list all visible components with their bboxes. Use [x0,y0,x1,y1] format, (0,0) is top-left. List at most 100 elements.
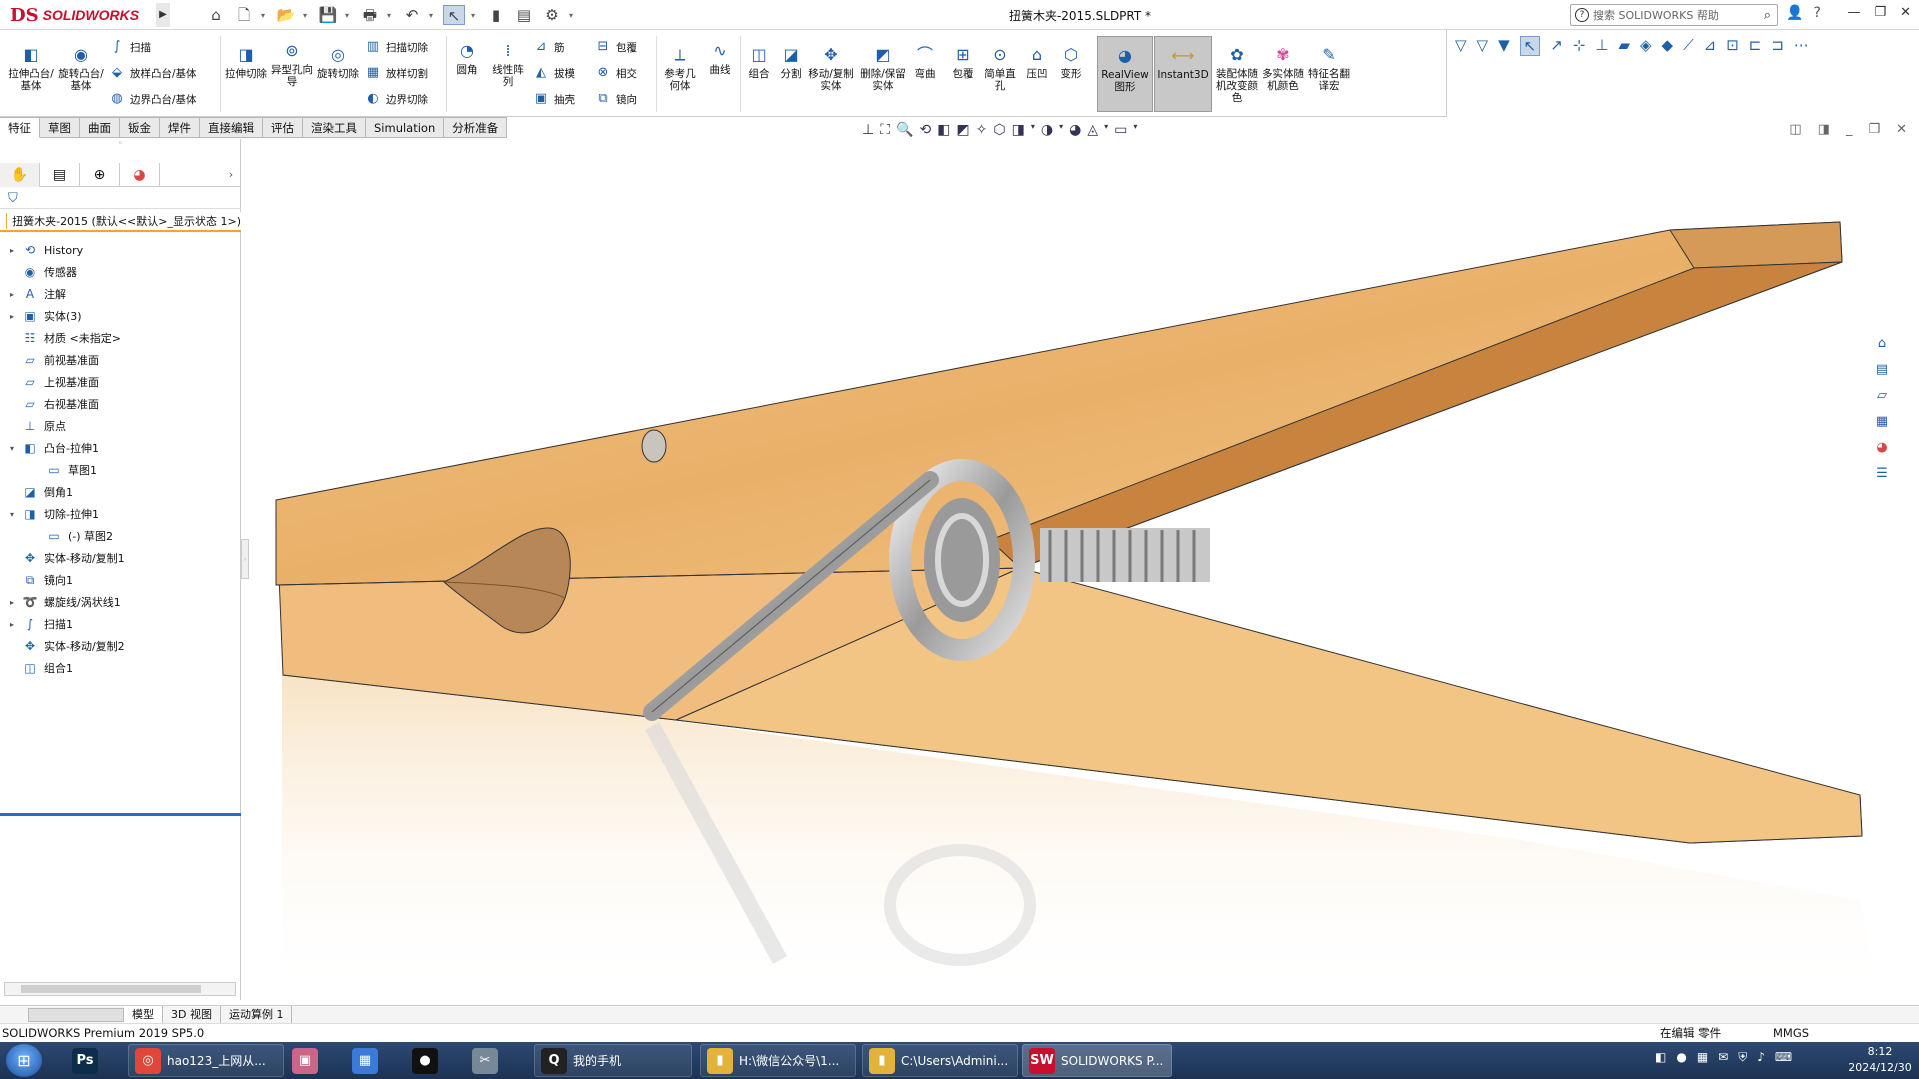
expand-arrow-icon[interactable]: ▸ [6,290,18,299]
filter-icon[interactable]: ▽ [1455,36,1467,56]
expand-arrow-icon[interactable]: ▸ [6,312,18,321]
tree-horizontal-scrollbar[interactable] [4,982,236,996]
dropdown-icon[interactable]: ▾ [429,11,437,20]
assembly-color-button[interactable]: ✿ 装配体随机改变颜色 [1216,44,1258,105]
user-icon[interactable]: 👤 [1786,5,1803,21]
help-search-box[interactable]: ? 搜索 SOLIDWORKS 帮助 ⌕ [1570,4,1778,26]
apply-scene-icon[interactable]: ◬ [1087,122,1098,138]
dropdown-icon[interactable]: ▾ [1059,122,1063,138]
swept-cut-button[interactable]: ▥ 扫描切除 [364,38,428,56]
tab-weldments[interactable]: 焊件 [160,117,200,138]
tree-item[interactable]: ▱ 上视基准面 [0,371,241,393]
view-palette-icon[interactable]: ▦ [1872,412,1892,432]
dropdown-icon[interactable]: ▾ [345,11,353,20]
deform-button[interactable]: ⬡ 变形 [1056,44,1086,81]
tree-item[interactable]: ▾ ◨ 切除-拉伸1 [0,503,241,525]
viewport-close-icon[interactable]: ✕ [1896,122,1907,137]
tree-item[interactable]: ◫ 组合1 [0,657,241,679]
tab-simulation[interactable]: Simulation [366,117,445,138]
panel-collapse-handle[interactable]: ◦ [0,139,241,157]
filter-face-icon[interactable]: ▰ [1618,36,1630,56]
tab-model[interactable]: 模型 [124,1005,163,1024]
home-icon[interactable]: ⌂ [205,5,227,25]
combine-button[interactable]: ◫ 组合 [744,44,774,81]
taskbar-item[interactable]: ▮ H:\微信公众号\1... [700,1044,856,1077]
view-settings-icon[interactable]: ▭ [1114,122,1127,138]
help-icon[interactable]: ? [1813,5,1820,21]
taskbar-item[interactable]: ▦ [352,1044,392,1077]
rebuild-icon[interactable]: ▮ [485,5,507,25]
dropdown-icon[interactable]: ▾ [1104,122,1108,138]
start-button[interactable]: ⊞ [6,1044,42,1077]
shell-button[interactable]: ▣ 抽壳 [532,90,575,108]
filter-surface-icon[interactable]: ◈ [1640,36,1652,56]
system-clock[interactable]: 8:12 2024/12/30 [1848,1044,1912,1076]
view-cube-icon[interactable]: ⬡ [993,122,1005,138]
filter-disabled-icon[interactable]: ↗ [1550,36,1563,56]
filter-toggle-icon[interactable]: ▼ [1498,36,1510,56]
save-icon[interactable]: 💾 [317,5,339,25]
select-icon[interactable]: ↖ [443,5,465,25]
tree-item[interactable]: ▸ ➰ 螺旋线/涡状线1 [0,591,241,613]
boundary-cut-button[interactable]: ◐ 边界切除 [364,90,428,108]
simple-hole-button[interactable]: ⊙ 简单直孔 [982,44,1018,93]
solidworks-logo[interactable]: DS SOLIDWORKS [10,4,155,26]
taskbar-item[interactable]: SW SOLIDWORKS P... [1022,1044,1172,1077]
tab-motion-study[interactable]: 运动算例 1 [221,1005,293,1024]
move-copy-button[interactable]: ✥ 移动/复制实体 [808,44,854,93]
tree-root-part[interactable]: 扭簧木夹-2015 (默认<<默认>_显示状态 1>) [0,212,241,232]
tree-item[interactable]: ✥ 实体-移动/复制2 [0,635,241,657]
realview-button[interactable]: ◕ RealView图形 [1097,36,1153,112]
view-icon[interactable]: ✧ [976,122,988,138]
tree-item[interactable]: ✥ 实体-移动/复制1 [0,547,241,569]
design-library-icon[interactable]: ▤ [1872,360,1892,380]
graphics-area[interactable]: Y X Z ⌂ ▤ ▱ ▦ ◕ ☰ [244,139,1894,1000]
taskbar-item[interactable]: Ps [72,1044,108,1077]
close-icon[interactable]: ✕ [1900,5,1911,20]
model-viewport[interactable] [244,139,1894,1000]
revolve-cut-button[interactable]: ◎ 旋转切除 [316,44,360,81]
dropdown-icon[interactable]: ▾ [1031,122,1035,138]
tree-item[interactable]: ☷ 材质 <未指定> [0,327,241,349]
expand-arrow-icon[interactable]: ▸ [6,598,18,607]
dropdown-icon[interactable]: ▾ [569,11,577,20]
select-pointer-icon[interactable]: ↖ [1519,36,1541,56]
tree-item[interactable]: ▱ 前视基准面 [0,349,241,371]
dropdown-icon[interactable]: ▾ [1133,122,1137,138]
tray-shield-icon[interactable]: ⛨ [1738,1050,1747,1065]
zoom-to-fit-icon[interactable]: ⛶ [880,122,890,138]
lofted-cut-button[interactable]: ▦ 放样切割 [364,64,428,82]
revolve-boss-button[interactable]: ◉ 旋转凸台/基体 [58,44,104,93]
boundary-boss-button[interactable]: ◍ 边界凸台/基体 [108,90,196,108]
open-icon[interactable]: 📂 [275,5,297,25]
taskbar-item[interactable]: ▮ C:\Users\Admini... [862,1044,1018,1077]
tree-item[interactable]: ▸ ▣ 实体(3) [0,305,241,327]
tree-item[interactable]: ◉ 传感器 [0,261,241,283]
tree-item[interactable]: ⊥ 原点 [0,415,241,437]
taskbar-item[interactable]: ◎ hao123_上网从... [128,1044,284,1077]
tree-item[interactable]: ▸ A 注解 [0,283,241,305]
restore-icon[interactable]: ❐ [1874,5,1886,20]
tab-navigation-arrows[interactable] [28,1007,124,1022]
expand-arrow-icon[interactable]: ▾ [6,510,18,519]
filter-more-icon[interactable]: ⋯ [1794,36,1809,56]
extrude-cut-button[interactable]: ◨ 拉伸切除 [224,44,268,81]
tab-3d-views[interactable]: 3D 视图 [163,1005,221,1024]
viewport-minimize-icon[interactable]: _ [1846,122,1853,137]
tree-item[interactable]: ⧉ 镜向1 [0,569,241,591]
flex-button[interactable]: ⌒ 弯曲 [910,44,940,81]
expand-arrow-icon[interactable]: ▸ [6,246,18,255]
search-icon[interactable]: ⌕ [1764,8,1771,23]
linear-pattern-button[interactable]: ⁞ 线性阵列 [488,40,528,89]
display-manager-tab-icon[interactable]: ◕ [120,163,160,187]
feature-tree-tab-icon[interactable]: ✋ [0,163,40,187]
tray-status-icon[interactable]: ● [1676,1050,1686,1065]
rib-button[interactable]: ⊿ 筋 [532,38,565,56]
dropdown-icon[interactable]: ▾ [261,11,269,20]
tray-app-icon[interactable]: ◧ [1655,1050,1666,1065]
tab-render-tools[interactable]: 渲染工具 [303,117,366,138]
viewport-tile-icon[interactable]: ◫ [1789,122,1801,137]
section-view-icon[interactable]: ◧ [937,122,950,138]
dropdown-icon[interactable]: ▾ [471,11,479,20]
multibody-color-button[interactable]: ✾ 多实体随机颜色 [1262,44,1304,93]
